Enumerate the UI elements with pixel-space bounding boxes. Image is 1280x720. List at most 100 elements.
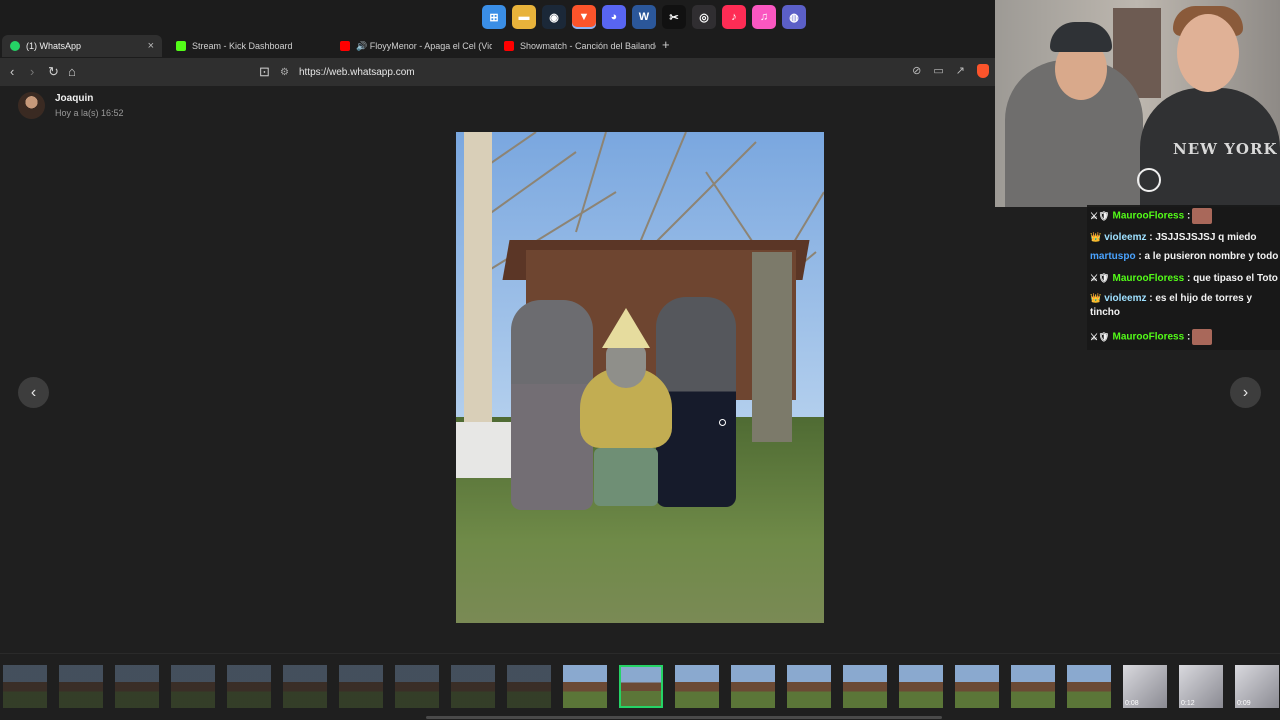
previous-media-button[interactable]: ‹ bbox=[18, 377, 49, 408]
screen: ⊞ ▬ ◉ ▼ ◕ W ✂ ◎ ♪ ♫ ◍ (1) WhatsApp × Stream - Kick… bbox=[0, 0, 1280, 720]
chat-message: ⚔🛡 MaurooFloress : bbox=[1090, 208, 1213, 224]
photo-thumbnail[interactable] bbox=[3, 665, 47, 708]
browser-tab-bar: (1) WhatsApp × Stream - Kick Dashboard 🔊… bbox=[0, 34, 995, 58]
chat-text: a le pusieron nombre y todo bbox=[1141, 251, 1279, 262]
photo-thumbnail[interactable] bbox=[451, 665, 495, 708]
app-icon[interactable]: ◍ bbox=[782, 5, 806, 29]
chat-message: 👑 violeemz : es el hijo de torres y tinch… bbox=[1090, 291, 1278, 320]
steam-icon[interactable]: ◉ bbox=[542, 5, 566, 29]
photo-thumbnail[interactable] bbox=[227, 665, 271, 708]
home-icon[interactable]: ⌂ bbox=[68, 64, 76, 79]
photo-thumbnail[interactable] bbox=[395, 665, 439, 708]
close-tab-icon[interactable]: × bbox=[148, 40, 154, 52]
chat-emote-icon bbox=[1192, 329, 1213, 345]
tab-whatsapp[interactable]: (1) WhatsApp × bbox=[2, 35, 162, 57]
url-field[interactable]: ⚙ https://web.whatsapp.com bbox=[280, 62, 900, 82]
photo-thumbnail[interactable] bbox=[283, 665, 327, 708]
share-icon[interactable]: ↗ bbox=[956, 64, 965, 78]
reload-icon[interactable]: ↻ bbox=[48, 64, 59, 80]
photo-thumbnail[interactable] bbox=[115, 665, 159, 708]
chat-separator: : bbox=[1184, 331, 1191, 343]
gnome-statue bbox=[580, 308, 672, 508]
discord-icon[interactable]: ◕ bbox=[602, 5, 626, 29]
logo-icon bbox=[1137, 168, 1161, 192]
video-duration: 0:12 bbox=[1181, 700, 1195, 707]
video-thumbnail[interactable]: 0:08 bbox=[1123, 665, 1167, 708]
tab-label: Showmatch - Canción del Bailando (I bbox=[520, 41, 656, 51]
tab-kick-dashboard[interactable]: Stream - Kick Dashboard bbox=[168, 35, 328, 57]
chat-separator: : bbox=[1184, 210, 1191, 222]
chat-badge-icon: ⚔🛡 bbox=[1090, 210, 1110, 221]
cast-icon[interactable]: ▭ bbox=[933, 64, 943, 78]
chat-badge-icon: 👑 bbox=[1090, 232, 1102, 242]
photo-thumbnail[interactable] bbox=[619, 665, 663, 708]
back-icon[interactable]: ‹ bbox=[10, 64, 14, 79]
chat-text: que tipaso el Toto bbox=[1190, 273, 1278, 284]
photo-thumbnail[interactable] bbox=[899, 665, 943, 708]
photo-thumbnail[interactable] bbox=[675, 665, 719, 708]
photo-thumbnail[interactable] bbox=[787, 665, 831, 708]
webcam-overlay: NEW YORK bbox=[995, 0, 1280, 207]
next-media-button[interactable]: › bbox=[1230, 377, 1261, 408]
obs-icon[interactable]: ◎ bbox=[692, 5, 716, 29]
chat-badge-icon: ⚔🛡 bbox=[1090, 273, 1110, 283]
chat-username[interactable]: violeemz bbox=[1104, 232, 1146, 243]
thumbnail-scrollbar[interactable] bbox=[426, 716, 942, 719]
media-photo[interactable] bbox=[456, 132, 824, 623]
itunes-icon[interactable]: ♫ bbox=[752, 5, 776, 29]
brave-shields-icon[interactable] bbox=[977, 64, 989, 78]
forward-icon[interactable]: › bbox=[30, 64, 34, 79]
chat-message: ⚔🛡 MaurooFloress : que tipaso el Toto bbox=[1090, 271, 1278, 286]
photo-thumbnail[interactable] bbox=[171, 665, 215, 708]
video-thumbnail[interactable]: 0:12 bbox=[1179, 665, 1223, 708]
brave-icon[interactable]: ▼ bbox=[572, 5, 596, 29]
tab-floyymenor-video[interactable]: 🔊 FloyyMenor - Apaga el Cel (Video bbox=[332, 35, 492, 57]
media-thumbnail-strip: 0:08 0:12 0:09 bbox=[0, 653, 1280, 720]
chat-emote-icon bbox=[1192, 208, 1213, 224]
tab-label: (1) WhatsApp bbox=[26, 41, 82, 51]
video-thumbnail[interactable]: 0:09 bbox=[1235, 665, 1279, 708]
photo-thumbnail[interactable] bbox=[731, 665, 775, 708]
photo-thumbnail[interactable] bbox=[339, 665, 383, 708]
tiktok-icon[interactable]: ♪ bbox=[722, 5, 746, 29]
chat-username[interactable]: MaurooFloress bbox=[1113, 211, 1185, 222]
photo-thumbnail[interactable] bbox=[563, 665, 607, 708]
windows-start-icon[interactable]: ⊞ bbox=[482, 5, 506, 29]
tab-label: Stream - Kick Dashboard bbox=[192, 41, 293, 51]
photo-thumbnail[interactable] bbox=[507, 665, 551, 708]
whatsapp-icon bbox=[10, 41, 20, 51]
youtube-icon bbox=[504, 41, 514, 51]
chat-username[interactable]: MaurooFloress bbox=[1113, 273, 1185, 284]
new-tab-button[interactable]: + bbox=[662, 37, 670, 52]
url-text: https://web.whatsapp.com bbox=[298, 66, 415, 78]
address-bar-row: ‹ › ↻ ⌂ ⊡ ⚙ https://web.whatsapp.com ⊘ ▭… bbox=[0, 58, 995, 86]
file-explorer-icon[interactable]: ▬ bbox=[512, 5, 536, 29]
capcut-icon[interactable]: ✂ bbox=[662, 5, 686, 29]
mouse-cursor bbox=[719, 419, 726, 426]
youtube-icon bbox=[340, 41, 350, 51]
bookmark-icon[interactable]: ⊡ bbox=[259, 64, 270, 80]
chat-username[interactable]: martuspo bbox=[1090, 251, 1136, 262]
word-icon[interactable]: W bbox=[632, 5, 656, 29]
photo-thumbnail[interactable] bbox=[59, 665, 103, 708]
video-duration: 0:09 bbox=[1237, 700, 1251, 707]
site-settings-icon[interactable]: ⚙ bbox=[280, 67, 289, 78]
sender-name: Joaquin bbox=[55, 93, 94, 104]
photo-thumbnail[interactable] bbox=[1011, 665, 1055, 708]
chat-badge-icon: ⚔🛡 bbox=[1090, 331, 1110, 342]
photo-thumbnail[interactable] bbox=[1067, 665, 1111, 708]
chat-username[interactable]: MaurooFloress bbox=[1113, 332, 1185, 343]
sender-info: Joaquin Hoy a la(s) 16:52 bbox=[55, 93, 124, 118]
avatar[interactable] bbox=[18, 92, 45, 119]
chat-text: JSJJSJSJSJ q miedo bbox=[1152, 232, 1257, 243]
taskbar-icons: ⊞ ▬ ◉ ▼ ◕ W ✂ ◎ ♪ ♫ ◍ bbox=[482, 5, 806, 29]
toolbar-actions: ⊘ ▭ ↗ bbox=[912, 64, 989, 78]
tab-showmatch-video[interactable]: Showmatch - Canción del Bailando (I bbox=[496, 35, 656, 57]
photo-thumbnail[interactable] bbox=[955, 665, 999, 708]
chat-message: ⚔🛡 MaurooFloress : bbox=[1090, 329, 1213, 345]
mute-icon[interactable]: ⊘ bbox=[912, 64, 921, 78]
chat-username[interactable]: violeemz bbox=[1104, 293, 1146, 304]
photo-thumbnail[interactable] bbox=[843, 665, 887, 708]
tab-label: 🔊 FloyyMenor - Apaga el Cel (Video bbox=[356, 40, 492, 51]
media-viewer-header: Joaquin Hoy a la(s) 16:52 bbox=[18, 92, 124, 119]
